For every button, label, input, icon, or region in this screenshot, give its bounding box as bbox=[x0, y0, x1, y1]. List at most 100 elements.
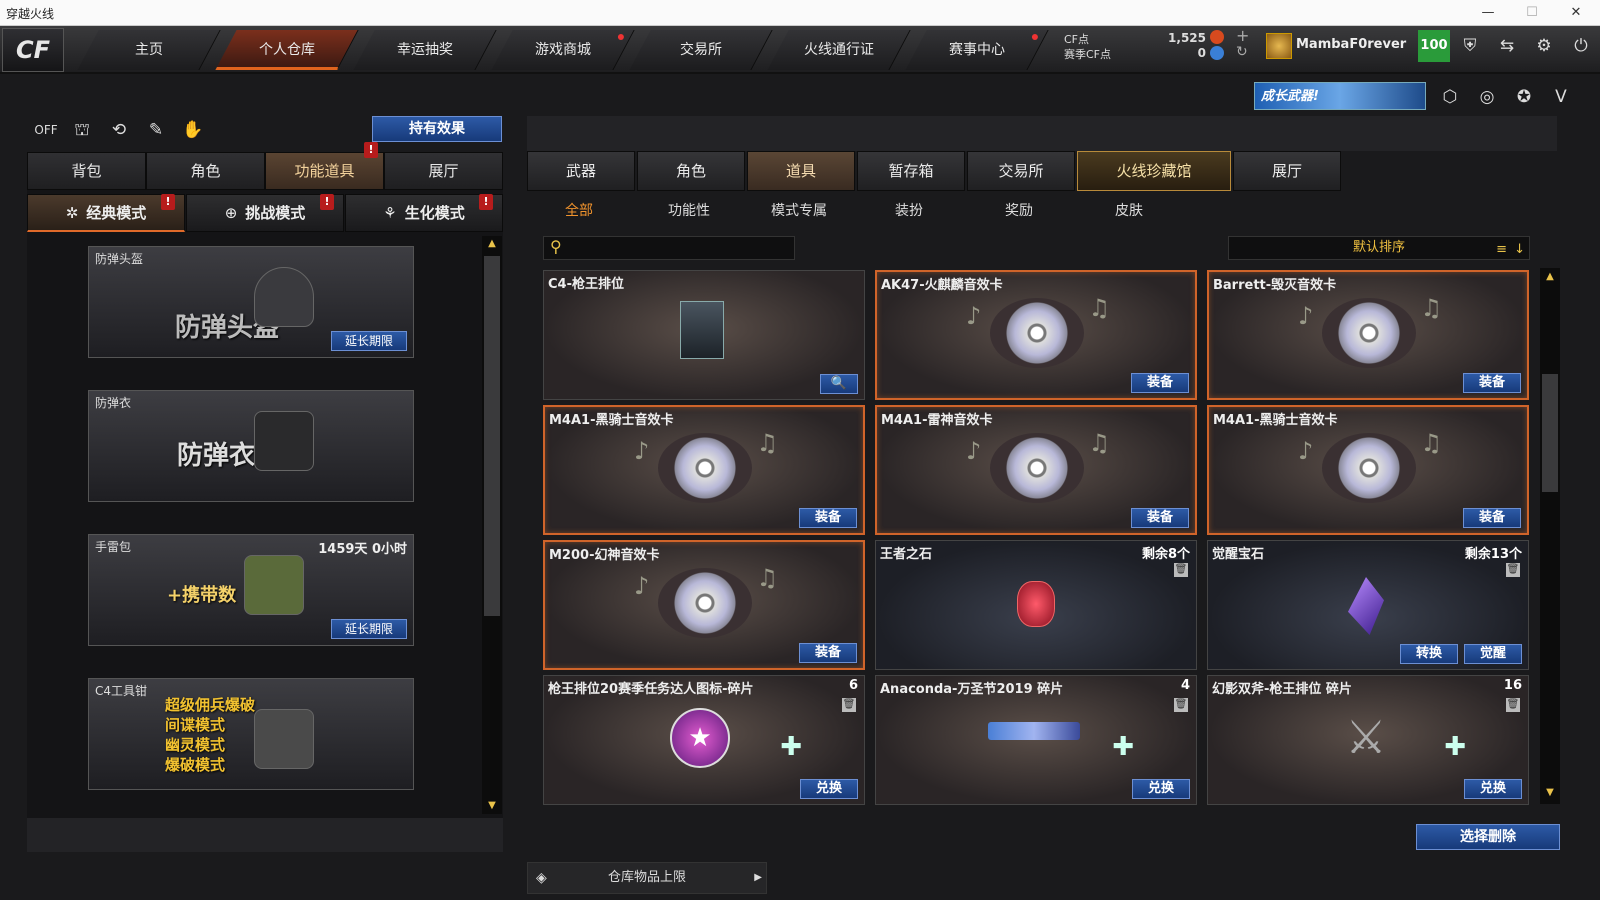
switch-icon[interactable]: ⇆ bbox=[1492, 31, 1522, 61]
extend-button[interactable]: 延长期限 bbox=[331, 331, 407, 351]
nav-tab-5[interactable]: 火线通行证 bbox=[767, 30, 911, 70]
left-tab-3[interactable]: 展厅 bbox=[384, 152, 503, 190]
badge-icon[interactable]: ✪ bbox=[1509, 82, 1539, 112]
nav-tab-label: 交易所 bbox=[679, 42, 722, 58]
right-scroll-thumb[interactable] bbox=[1542, 374, 1558, 492]
inventory-card[interactable]: C4工具钳 超级佣兵爆破 间谍模式 幽灵模式 爆破模式 bbox=[88, 678, 414, 790]
inventory-card[interactable]: 防弹衣 防弹衣 bbox=[88, 390, 414, 502]
cf-logo[interactable]: CF bbox=[2, 28, 64, 72]
item-card[interactable]: M4A1-黑骑士音效卡装备 bbox=[543, 405, 865, 535]
trash-icon[interactable]: 🗑 bbox=[1506, 698, 1520, 712]
toggle-off-icon[interactable]: OFF bbox=[31, 115, 61, 145]
right-tab-0[interactable]: 武器 bbox=[527, 151, 635, 191]
right-tab-4[interactable]: 交易所 bbox=[967, 151, 1075, 191]
nav-tab-6[interactable]: 赛事中心 bbox=[905, 30, 1049, 70]
search-input[interactable]: ⚲ bbox=[543, 236, 795, 260]
minimize-icon[interactable]: — bbox=[1466, 0, 1510, 26]
left-scroll-thumb[interactable] bbox=[484, 256, 500, 616]
sub-tab-2[interactable]: 模式专属 bbox=[749, 198, 849, 224]
right-tab-3[interactable]: 暂存箱 bbox=[857, 151, 965, 191]
nav-tab-2[interactable]: 幸运抽奖 bbox=[353, 30, 497, 70]
item-card[interactable]: 觉醒宝石 剩余13个 🗑 觉醒 转换 bbox=[1207, 540, 1529, 670]
extend-button[interactable]: 延长期限 bbox=[331, 619, 407, 639]
item-action-button[interactable]: 兑换 bbox=[800, 779, 858, 799]
trash-icon[interactable]: 🗑 bbox=[1174, 563, 1188, 577]
close-icon[interactable]: ✕ bbox=[1554, 0, 1598, 26]
gift-icon[interactable]: ⛫ bbox=[67, 115, 97, 145]
mode-label: 经典模式 bbox=[86, 204, 147, 222]
trash-icon[interactable]: 🗑 bbox=[842, 698, 856, 712]
alert-icon: ! bbox=[479, 194, 493, 210]
item-card[interactable]: M4A1-雷神音效卡装备 bbox=[875, 405, 1197, 535]
hand-icon[interactable]: ✋ bbox=[178, 115, 208, 145]
item-action-button[interactable]: 兑换 bbox=[1132, 779, 1190, 799]
item-name: M4A1-雷神音效卡 bbox=[881, 413, 993, 428]
right-tab-6[interactable]: 展厅 bbox=[1233, 151, 1341, 191]
item-action-button[interactable]: 装备 bbox=[1463, 508, 1521, 528]
item-action-button[interactable]: 装备 bbox=[1463, 373, 1521, 393]
item-action-button[interactable]: 装备 bbox=[1131, 508, 1189, 528]
trash-icon[interactable]: 🗑 bbox=[1174, 698, 1188, 712]
item-card[interactable]: 枪王排位20赛季任务达人图标-碎片 6 ★ ✚ 🗑 兑换 bbox=[543, 675, 865, 805]
sort-dropdown[interactable]: 默认排序 ≡ ↓ bbox=[1228, 236, 1530, 260]
inspect-button[interactable]: 🔍 bbox=[820, 374, 858, 394]
sub-tab-5[interactable]: 皮肤 bbox=[1079, 198, 1179, 224]
maximize-icon[interactable]: ☐ bbox=[1510, 0, 1554, 26]
rank-badge-icon[interactable]: ⬡ bbox=[1435, 82, 1465, 112]
scroll-down-icon[interactable]: ▼ bbox=[482, 798, 502, 814]
hold-effect-button[interactable]: 持有效果 bbox=[372, 116, 502, 142]
sub-tab-1[interactable]: 功能性 bbox=[639, 198, 739, 224]
item-card[interactable]: Anaconda-万圣节2019 碎片 4 ✚ 🗑 兑换 bbox=[875, 675, 1197, 805]
item-card[interactable]: C4-枪王排位 🔍 bbox=[543, 270, 865, 400]
left-tab-1[interactable]: 角色 bbox=[146, 152, 265, 190]
sub-tab-4[interactable]: 奖励 bbox=[969, 198, 1069, 224]
nav-tab-3[interactable]: 游戏商城 bbox=[491, 30, 635, 70]
shield-icon[interactable]: ⛨ bbox=[1455, 31, 1485, 61]
growth-weapon-banner[interactable]: 成长武器! bbox=[1254, 82, 1426, 110]
select-delete-button[interactable]: 选择删除 bbox=[1416, 824, 1560, 850]
cf-points-value: 1,525 bbox=[1168, 31, 1206, 45]
storage-limit-button[interactable]: ◈ 仓库物品上限 ▶ bbox=[527, 862, 767, 894]
right-scroll-down-icon[interactable]: ▼ bbox=[1540, 786, 1560, 800]
item-convert-button[interactable]: 转换 bbox=[1400, 644, 1458, 664]
nav-tab-1[interactable]: 个人仓库 bbox=[215, 30, 359, 70]
item-action-button[interactable]: 装备 bbox=[1131, 373, 1189, 393]
sort-arrow-icon[interactable]: ↓ bbox=[1514, 239, 1525, 261]
v-logo-icon[interactable]: V bbox=[1546, 82, 1576, 112]
item-action-button[interactable]: 觉醒 bbox=[1464, 644, 1522, 664]
item-card[interactable]: Barrett-毁灭音效卡装备 bbox=[1207, 270, 1529, 400]
right-scroll-up-icon[interactable]: ▲ bbox=[1540, 270, 1560, 284]
brush-icon[interactable]: ✎ bbox=[141, 115, 171, 145]
power-icon[interactable]: ⏻ bbox=[1566, 31, 1596, 61]
item-action-button[interactable]: 兑换 bbox=[1464, 779, 1522, 799]
left-tab-0[interactable]: 背包 bbox=[27, 152, 146, 190]
item-count: 4 bbox=[1180, 678, 1190, 693]
item-card[interactable]: 王者之石 剩余8个 🗑 bbox=[875, 540, 1197, 670]
avatar[interactable] bbox=[1266, 33, 1292, 59]
right-scrollbar[interactable] bbox=[1540, 268, 1560, 804]
list-icon[interactable]: ≡ bbox=[1496, 239, 1507, 261]
right-tab-1[interactable]: 角色 bbox=[637, 151, 745, 191]
right-tab-2[interactable]: 道具 bbox=[747, 151, 855, 191]
item-action-button[interactable]: 装备 bbox=[799, 508, 857, 528]
right-tab-5[interactable]: 火线珍藏馆 bbox=[1077, 151, 1231, 191]
scroll-up-icon[interactable]: ▲ bbox=[482, 236, 502, 252]
item-action-button[interactable]: 装备 bbox=[799, 643, 857, 663]
sub-tab-3[interactable]: 装扮 bbox=[859, 198, 959, 224]
rotate-icon[interactable]: ⟲ bbox=[104, 115, 134, 145]
nav-tab-0[interactable]: 主页 bbox=[77, 30, 221, 70]
layers-icon: ◈ bbox=[536, 870, 547, 886]
gear-icon[interactable]: ⚙ bbox=[1529, 31, 1559, 61]
globe-icon[interactable]: ◎ bbox=[1472, 82, 1502, 112]
nav-tab-4[interactable]: 交易所 bbox=[629, 30, 773, 70]
item-card[interactable]: 幻影双斧-枪王排位 碎片 16 ⚔ ✚ 🗑 兑换 bbox=[1207, 675, 1529, 805]
item-card[interactable]: M4A1-黑骑士音效卡装备 bbox=[1207, 405, 1529, 535]
inventory-card[interactable]: 防弹头盔 防弹头盔 延长期限 bbox=[88, 246, 414, 358]
inventory-card[interactable]: 手雷包 1459天 0小时 +携带数 延长期限 bbox=[88, 534, 414, 646]
item-card[interactable]: M200-幻神音效卡装备 bbox=[543, 540, 865, 670]
trash-icon[interactable]: 🗑 bbox=[1506, 563, 1520, 577]
refresh-icon[interactable]: ↻ bbox=[1236, 44, 1248, 60]
item-card[interactable]: AK47-火麒麟音效卡装备 bbox=[875, 270, 1197, 400]
add-icon[interactable]: + bbox=[1236, 26, 1249, 45]
sub-tab-0[interactable]: 全部 bbox=[529, 198, 629, 224]
